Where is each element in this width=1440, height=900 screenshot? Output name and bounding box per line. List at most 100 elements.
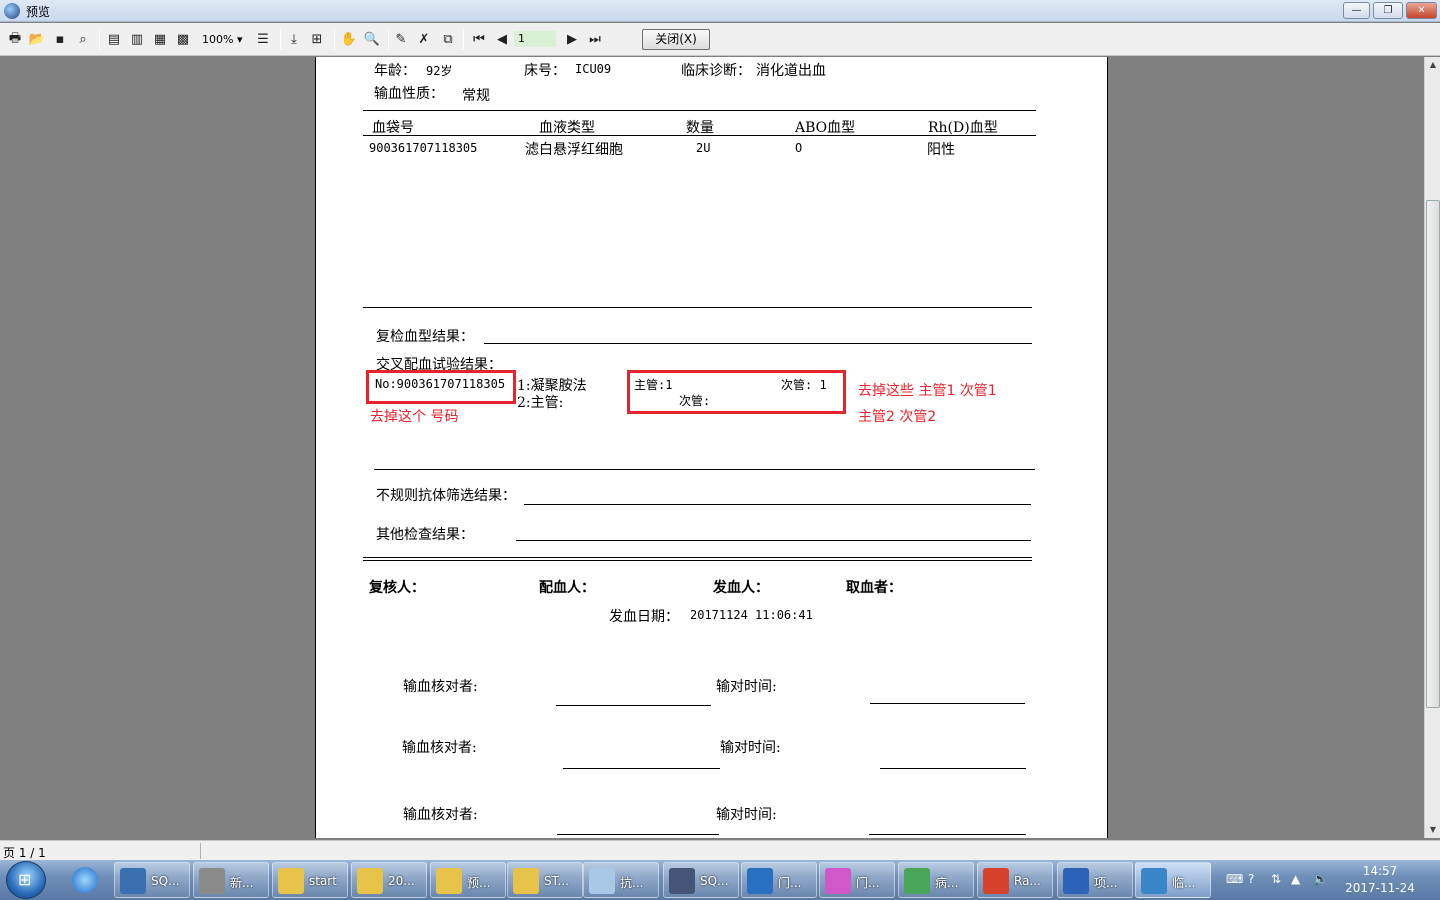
taskbar-app-icon [589, 868, 615, 894]
taskbar-item-label: 20... [388, 874, 415, 888]
taskbar-item[interactable]: 病... [898, 862, 974, 898]
taskbar-item[interactable]: SQ... [663, 862, 739, 898]
taskbar-item[interactable]: ST... [507, 862, 583, 898]
table-cell: 900361707118305 [369, 141, 478, 155]
keyboard-icon[interactable]: ⌨ [1226, 872, 1243, 886]
zoom-icon[interactable]: 🔍 [363, 31, 381, 48]
show-hidden-icon[interactable]: ▲ [1291, 872, 1300, 886]
collector-label: 取血者： [846, 580, 902, 596]
recheck-label: 复检血型结果： [376, 329, 474, 345]
taskbar-app-icon [436, 868, 462, 894]
maximize-button[interactable]: ❐ [1373, 2, 1403, 19]
export-icon[interactable]: ⤓ [285, 31, 303, 48]
taskbar-app-icon [904, 868, 930, 894]
network-icon[interactable]: ⇅ [1271, 872, 1281, 886]
matcher-label: 配血人： [539, 580, 595, 596]
start-button[interactable]: ⊞ [6, 861, 46, 899]
print-icon[interactable]: 🖶 [6, 31, 24, 48]
taskbar-app-icon [1141, 868, 1167, 894]
annotation-note-right-1: 去掉这些 主管1 次管1 [858, 383, 997, 399]
windows-logo-icon: ⊞ [18, 870, 32, 889]
taskbar-item[interactable]: 门... [741, 862, 817, 898]
vertical-scrollbar[interactable]: ▲ ▼ [1424, 57, 1440, 838]
help-icon[interactable]: ? [1248, 872, 1254, 886]
taskbar-app-icon [199, 868, 225, 894]
taskbar-item[interactable]: 门... [819, 862, 895, 898]
taskbar-item[interactable]: 20... [351, 862, 427, 898]
four-page-icon[interactable]: ▦ [151, 31, 169, 48]
taskbar-item[interactable]: SQ... [114, 862, 190, 898]
taskbar-item[interactable]: 项... [1057, 862, 1133, 898]
reviewer-label: 复核人： [369, 580, 425, 596]
method-line-2: 2:主管: [517, 395, 564, 411]
taskbar-app-icon [1063, 868, 1089, 894]
app-icon [4, 3, 20, 19]
first-page-icon[interactable]: ⏮ [470, 31, 488, 48]
last-page-icon[interactable]: ⏭ [586, 31, 604, 48]
close-preview-button[interactable]: 关闭(X) [642, 29, 710, 50]
save-icon[interactable]: ▪ [51, 31, 69, 48]
taskbar-item-label: 抗... [620, 876, 644, 890]
annotation-note-right-2: 主管2 次管2 [858, 409, 937, 425]
taskbar-item[interactable]: Ra... [977, 862, 1053, 898]
taskbar-item[interactable]: 抗... [583, 862, 659, 898]
taskbar-item-label: 新... [230, 876, 254, 890]
bed-value: ICU09 [575, 62, 612, 76]
taskbar-item[interactable]: start [272, 862, 348, 898]
clock[interactable]: 14:57 2017-11-24 [1340, 863, 1420, 897]
taskbar-item[interactable]: 新... [193, 862, 269, 898]
multi-page-icon[interactable]: ▩ [174, 31, 192, 48]
delete-icon[interactable]: ✗ [415, 31, 433, 48]
taskbar-item-label: ST... [544, 874, 569, 888]
taskbar-item-label: 临... [1172, 876, 1196, 890]
scroll-up-icon[interactable]: ▲ [1425, 57, 1440, 73]
page-number-input[interactable]: 1 [514, 31, 556, 47]
taskbar-item-label: 项... [1094, 876, 1118, 890]
scroll-down-icon[interactable]: ▼ [1425, 822, 1440, 838]
zoom-value: 100% [202, 33, 234, 46]
diagnosis-label: 临床诊断： [681, 63, 751, 79]
page-width-icon[interactable]: ☰ [254, 31, 272, 48]
volume-icon[interactable]: 🔈 [1313, 872, 1328, 886]
minimize-button[interactable]: — [1343, 2, 1370, 19]
issue-date-label: 发血日期： [609, 609, 679, 625]
taskbar-item-label: SQ... [700, 874, 729, 888]
single-page-icon[interactable]: ▤ [105, 31, 123, 48]
prev-page-icon[interactable]: ◀ [493, 31, 511, 48]
table-cell: O [795, 141, 803, 155]
next-page-icon[interactable]: ▶ [563, 31, 581, 48]
preview-area[interactable]: 年龄： 92岁 床号： ICU09 临床诊断： 消化道出血 输血性质： 常规 血… [0, 57, 1424, 838]
taskbar-app-icon [513, 868, 539, 894]
taskbar-item[interactable]: 预... [430, 862, 506, 898]
taskbar-app-icon [983, 868, 1009, 894]
title-bar: 预览 — ❐ ✕ [0, 0, 1440, 22]
copy-icon[interactable]: ⧉ [439, 31, 457, 48]
edit-icon[interactable]: ✎ [392, 31, 410, 48]
scroll-thumb[interactable] [1426, 200, 1440, 708]
zoom-dropdown[interactable]: 100% ▾ [202, 32, 246, 48]
table-cell: 滤白悬浮红细胞 [525, 142, 623, 158]
outline-icon[interactable]: ⊞ [308, 31, 326, 48]
table-header: Rh(D)血型 [928, 120, 998, 136]
age-value: 92岁 [426, 64, 453, 78]
issue-date-value: 20171124 11:06:41 [690, 608, 813, 622]
taskbar-item[interactable]: 临... [1135, 862, 1211, 898]
taskbar-item-label: 病... [935, 876, 959, 890]
report-page: 年龄： 92岁 床号： ICU09 临床诊断： 消化道出血 输血性质： 常规 血… [315, 57, 1108, 838]
clock-date: 2017-11-24 [1345, 881, 1415, 895]
table-header: 血袋号 [372, 120, 414, 136]
open-icon[interactable]: 📂 [28, 31, 46, 48]
window-title: 预览 [26, 5, 51, 19]
bed-label: 床号： [524, 63, 566, 79]
diagnosis-value: 消化道出血 [756, 63, 826, 79]
close-window-button[interactable]: ✕ [1406, 2, 1437, 19]
two-page-icon[interactable]: ▥ [128, 31, 146, 48]
find-icon[interactable]: ⌕ [74, 31, 92, 48]
taskbar-item-label: 预... [467, 876, 491, 890]
hand-icon[interactable]: ✋ [340, 31, 358, 48]
table-header: 血液类型 [539, 120, 595, 136]
ie-pinned-icon[interactable] [62, 862, 110, 898]
toolbar: 🖶 📂 ▪ ⌕ ▤ ▥ ▦ ▩ 100% ▾ ☰ ⤓ ⊞ ✋ 🔍 ✎ ✗ ⧉ ⏮… [0, 23, 1440, 56]
clock-time: 14:57 [1362, 864, 1398, 878]
table-cell: 阳性 [927, 142, 955, 158]
